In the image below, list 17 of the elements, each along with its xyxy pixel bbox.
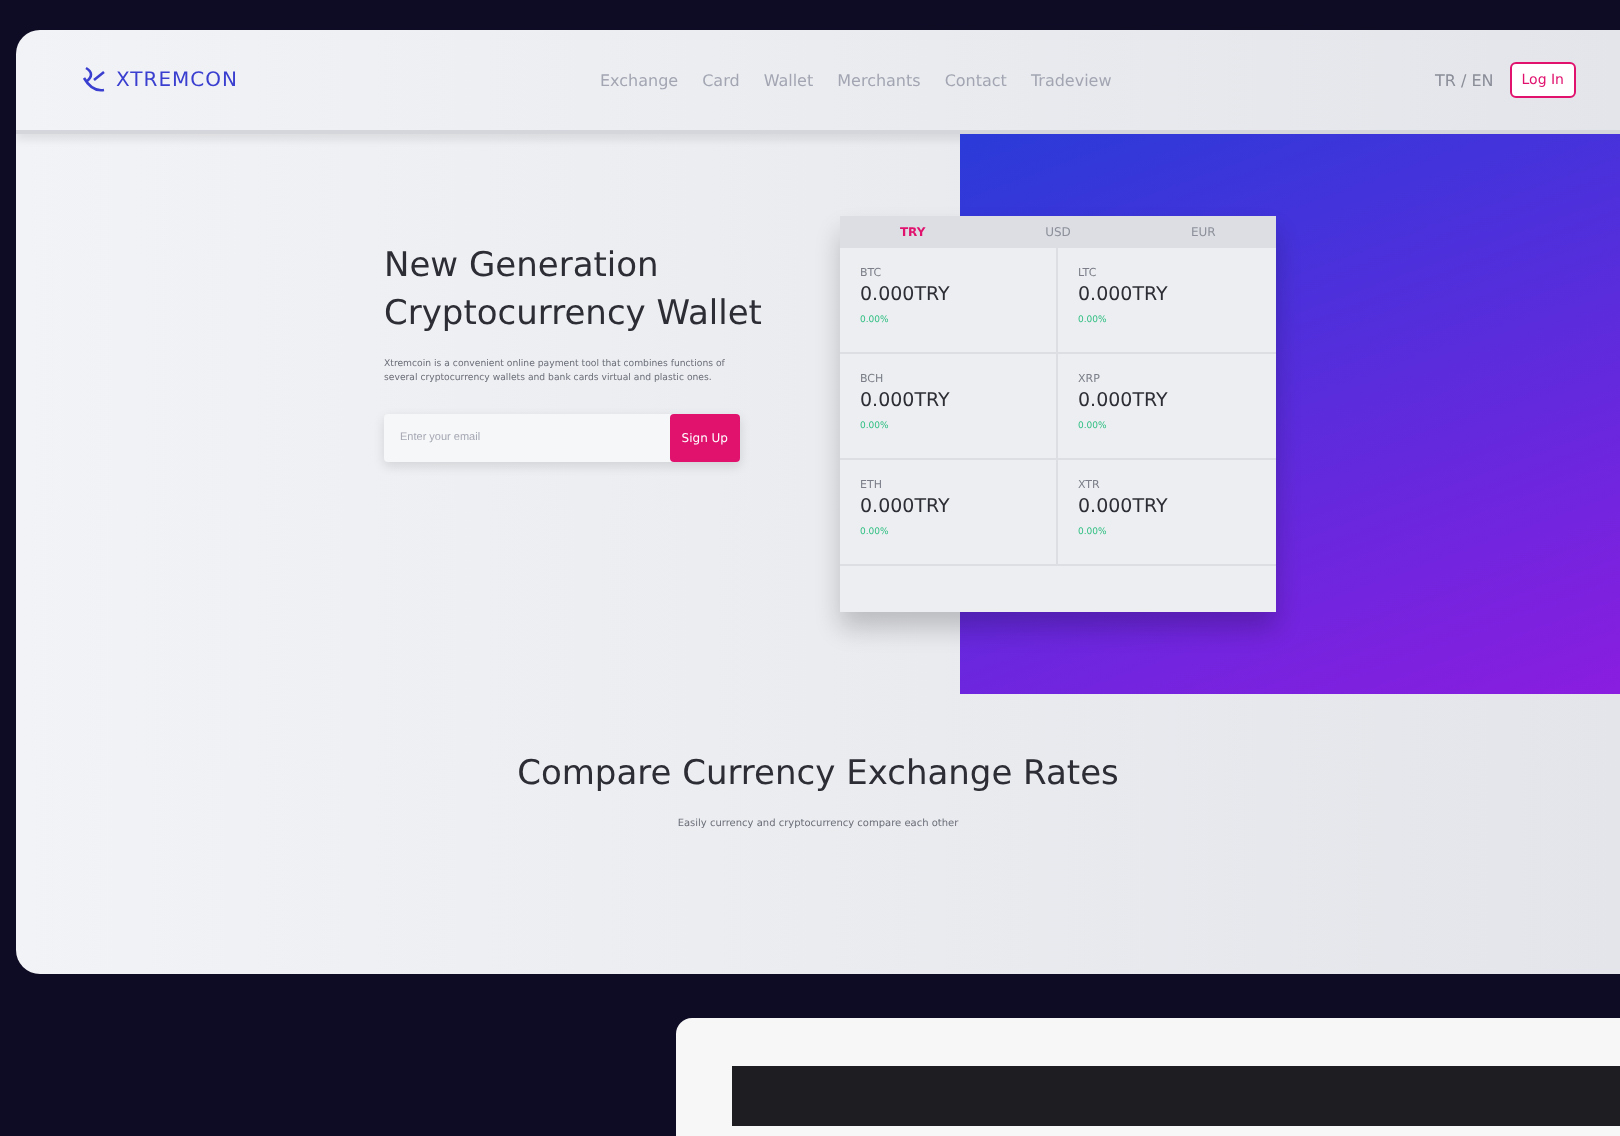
logo-icon <box>80 66 108 94</box>
coin-price: 0.000TRY <box>860 284 952 306</box>
logo-text: XTREMCON <box>116 69 239 91</box>
coin-price: 0.000TRY <box>1078 284 1170 306</box>
coin-price: 0.000TRY <box>1078 390 1170 412</box>
nav-link[interactable]: Tradeview <box>1030 71 1112 89</box>
coin-price: 0.000TRY <box>860 390 952 412</box>
nav-link[interactable]: Exchange <box>600 71 679 89</box>
coin-price: 0.000TRY <box>1078 496 1170 518</box>
nav-link[interactable]: Card <box>702 71 740 89</box>
nav-link[interactable]: Wallet <box>763 71 814 89</box>
language-label: TR / EN <box>1435 71 1494 89</box>
coin-price: 0.000TRY <box>860 496 952 518</box>
nav-link[interactable]: Contact <box>944 71 1007 89</box>
hero-title: New Generation Cryptocurrency Wallet <box>384 244 764 338</box>
nav-link[interactable]: Merchants <box>837 71 921 89</box>
compare-title: Compare Currency Exchange Rates <box>517 754 1119 794</box>
